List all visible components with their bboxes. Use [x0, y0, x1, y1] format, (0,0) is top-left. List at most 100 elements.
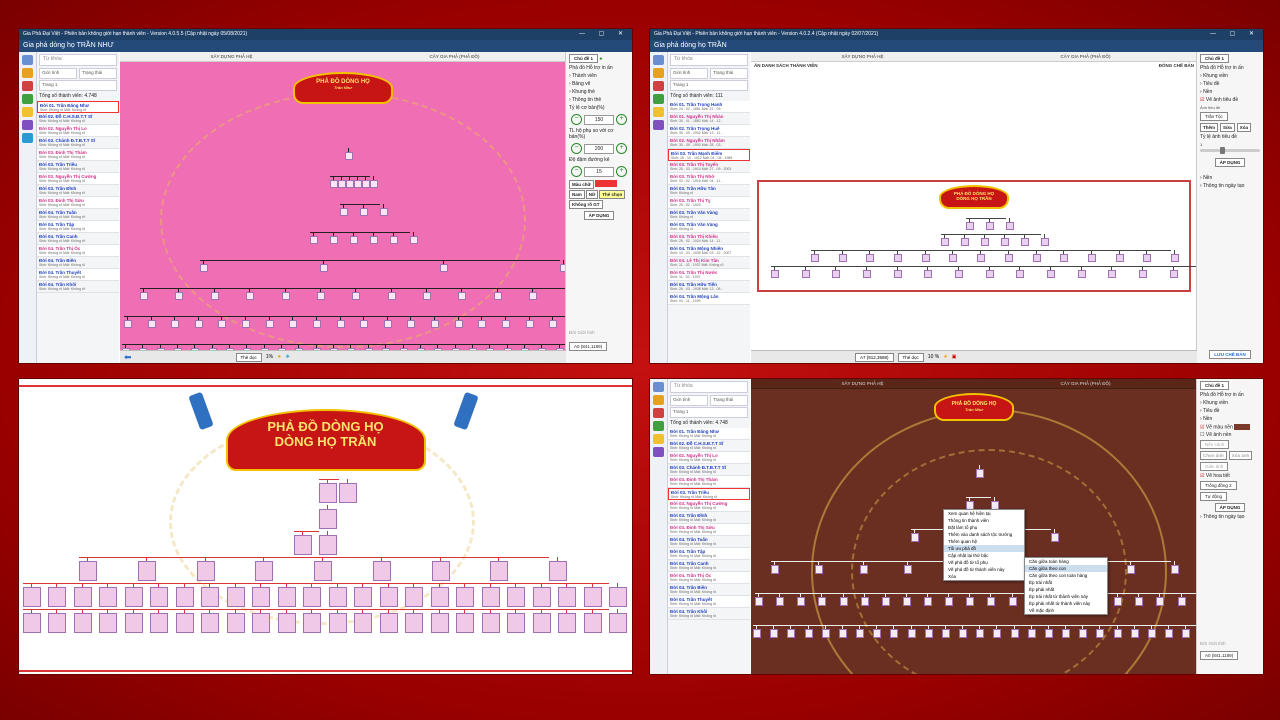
member-card[interactable] [354, 180, 362, 188]
member-card[interactable] [1113, 629, 1122, 638]
tab-family-tree[interactable]: CÂY GIA PHẢ (PHẢ ĐỒ) [343, 52, 566, 61]
menu-item[interactable]: Ép phải nhất từ thành viên này [1025, 600, 1107, 607]
member-card[interactable] [289, 320, 298, 328]
member-card[interactable] [959, 629, 968, 638]
member-card[interactable] [941, 629, 950, 638]
member-card[interactable] [1177, 597, 1186, 606]
paper-size-select[interactable]: A0 (841,1189) [569, 342, 608, 351]
member-card[interactable] [770, 629, 779, 638]
member-card[interactable] [137, 561, 156, 581]
gender-checkbox[interactable]: Giới tính [1208, 641, 1225, 646]
member-card[interactable] [320, 264, 328, 272]
member-card[interactable] [1182, 629, 1191, 638]
member-card[interactable] [525, 320, 534, 328]
star-icon[interactable]: ★ [943, 354, 947, 360]
member-card[interactable] [924, 270, 933, 278]
member-card[interactable] [1087, 254, 1096, 262]
menu-item[interactable]: Xem quan hệ hiện tại [944, 510, 1024, 517]
member-card[interactable] [1165, 629, 1174, 638]
member-card[interactable] [390, 236, 398, 244]
member-list-item[interactable]: Đời 02. Nguyễn Thị Lo Sinh: Không rõ Mất:… [668, 452, 750, 464]
member-card[interactable] [890, 629, 899, 638]
member-card[interactable] [941, 238, 949, 246]
member-card[interactable] [218, 320, 227, 328]
member-card[interactable] [140, 292, 148, 300]
member-list-item[interactable]: Đời 03. Trần Hữu Tân Sinh: Không rõ [668, 185, 750, 197]
member-card[interactable] [1169, 270, 1178, 278]
member-card[interactable] [859, 565, 868, 574]
auto-select[interactable]: Tự động [1200, 492, 1228, 502]
member-card[interactable] [328, 613, 347, 633]
member-card[interactable] [981, 238, 989, 246]
edit-tool-icon[interactable] [653, 94, 664, 104]
member-list-item[interactable]: Đời 04. Trần Thuyết Sinh: Không rõ Mất: K… [37, 269, 119, 281]
title-image-select[interactable]: Trần Tộc [1200, 112, 1228, 121]
menu-item[interactable]: Thông tin thành viên [944, 517, 1024, 524]
member-card[interactable] [252, 613, 271, 633]
status-filter[interactable]: Trạng thái [710, 68, 748, 79]
member-card[interactable] [977, 254, 986, 262]
menu-item[interactable]: Xóa [944, 573, 1024, 580]
member-card[interactable] [755, 597, 763, 606]
member-list-item[interactable]: Đời 03. Trần Thị Tỵ Sinh: 25 - 02 - 1920 [668, 197, 750, 209]
member-card[interactable] [410, 236, 418, 244]
member-card[interactable] [866, 254, 875, 262]
member-card[interactable] [294, 535, 312, 555]
arrow-left-icon[interactable]: ⬅ [124, 352, 132, 363]
checkbox-checked-icon[interactable]: ☑ [1200, 97, 1204, 103]
member-card[interactable] [458, 292, 467, 300]
gen-checkbox[interactable]: Đời [569, 330, 576, 335]
settings-tool-icon[interactable] [653, 447, 664, 457]
member-card[interactable] [1010, 629, 1019, 638]
menu-item[interactable]: Vẽ phả đồ từ tổ phụ [944, 559, 1024, 566]
member-card[interactable] [838, 254, 847, 262]
member-list-item[interactable]: Đời 01. Nguyễn Thị Nhàn Sinh: 30 - 01 - 1… [668, 113, 750, 125]
settings-option[interactable]: › Nền [1200, 89, 1260, 95]
member-card[interactable] [976, 469, 984, 478]
layout-select[interactable]: Thẻ dọc [235, 352, 262, 362]
member-card[interactable] [815, 565, 824, 574]
male-color-swatch[interactable] [594, 180, 617, 187]
member-card[interactable] [863, 270, 871, 278]
member-list-item[interactable]: Đời 04. Trần Tập Sinh: Không rõ Mất: Khôn… [668, 548, 750, 560]
member-card[interactable] [303, 587, 322, 607]
member-card[interactable] [1108, 270, 1117, 278]
member-card[interactable] [277, 587, 296, 607]
member-card[interactable] [314, 561, 332, 581]
add-button[interactable]: Thêm [1200, 123, 1219, 132]
member-card[interactable] [430, 613, 449, 633]
member-card[interactable] [478, 320, 487, 328]
member-list-item[interactable]: Đời 03. Trần Mạnh Điểm Sinh: 18 - 10 - 19… [668, 149, 750, 161]
member-card[interactable] [481, 587, 500, 607]
member-card[interactable] [430, 587, 449, 607]
member-list-item[interactable]: Đời 02. Đỗ C.H.S.Đ.T.T Sĩ Sinh: Không rõ … [668, 440, 750, 452]
member-list-item[interactable]: Đời 03. Nguyễn Thị Cường Sinh: Không rõ M… [37, 173, 119, 185]
member-card[interactable] [501, 320, 510, 328]
edit-tool-icon[interactable] [653, 421, 664, 431]
member-card[interactable] [201, 613, 220, 633]
member-card[interactable] [73, 587, 92, 607]
member-list-item[interactable]: Đời 04. Trần Mộng Nhiên Sinh: 10 - 03 - 1… [668, 245, 750, 257]
member-card[interactable] [921, 254, 930, 262]
member-list-item[interactable]: Đời 04. Trần Khôi Sinh: Không rõ Mất: Khô… [668, 608, 750, 620]
member-list-item[interactable]: Đời 04. Trần Thị Nước Sinh: 11 - 02 - 193… [668, 269, 750, 281]
member-card[interactable] [99, 587, 118, 607]
member-card[interactable] [319, 535, 337, 555]
member-list-item[interactable]: Đời 04. Trần Thuyết Sinh: Không rõ Mất: K… [668, 596, 750, 608]
member-card[interactable] [873, 629, 882, 638]
settings-option[interactable]: › Khung thẻ [569, 89, 629, 95]
people-tool-icon[interactable] [22, 68, 33, 78]
member-card[interactable] [787, 629, 796, 638]
star-tool-icon[interactable] [653, 434, 664, 444]
member-card[interactable] [490, 561, 509, 581]
member-card[interactable] [549, 561, 567, 581]
member-card[interactable] [454, 320, 463, 328]
member-list-item[interactable]: Đời 04. Trần Khôi Sinh: Không rõ Mất: Khô… [37, 281, 119, 293]
window-controls[interactable]: — ▢ ✕ [579, 29, 629, 40]
tree-tool-icon[interactable] [653, 382, 664, 392]
member-card[interactable] [1041, 238, 1049, 246]
created-date-option[interactable]: Thông tin ngày tạo [1203, 514, 1244, 520]
menu-item[interactable]: Căn giữa toàn hàng [1025, 558, 1107, 565]
member-card[interactable] [1143, 254, 1152, 262]
member-card[interactable] [1130, 629, 1139, 638]
